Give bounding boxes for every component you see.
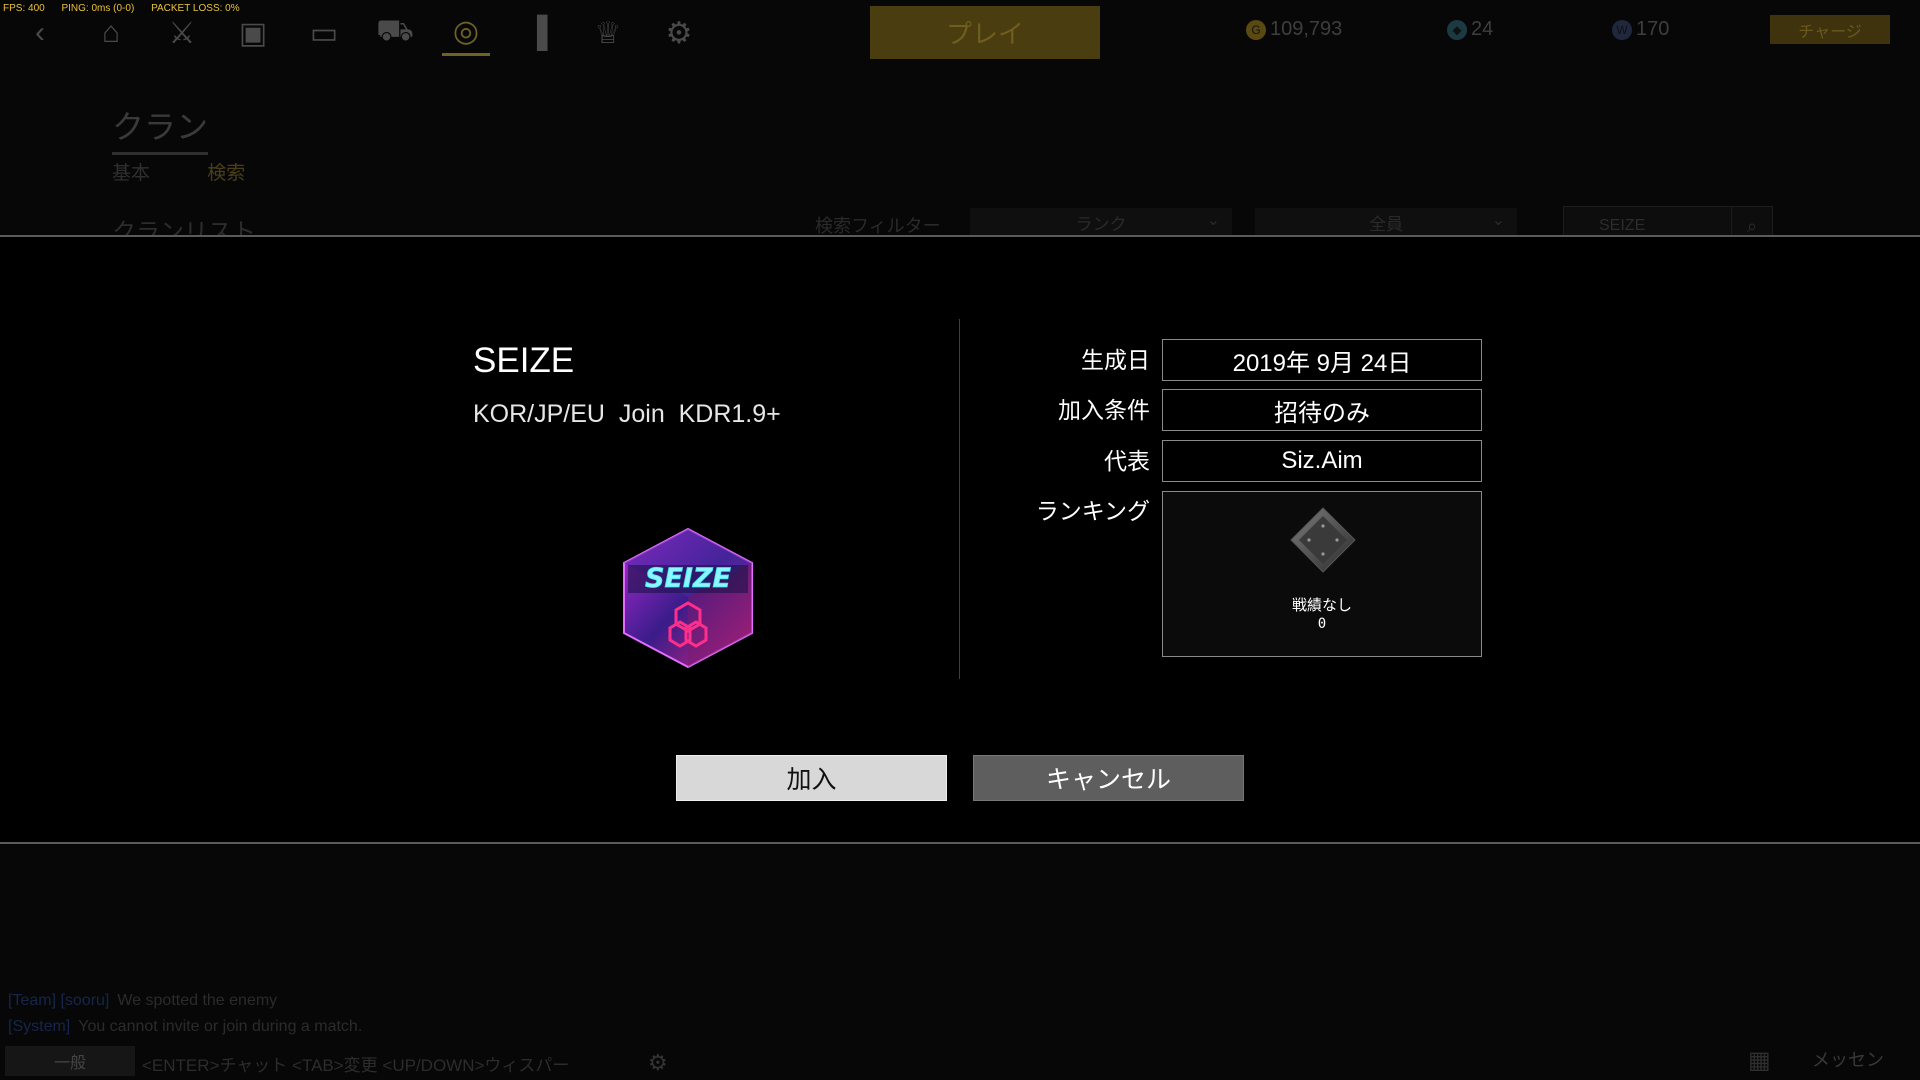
clan-subtabs: 基本 検索 xyxy=(112,158,297,185)
message-label[interactable]: メッセン xyxy=(1812,1046,1884,1072)
settings-icon[interactable]: ⚙ xyxy=(655,10,703,56)
w-point-currency: W 170 xyxy=(1612,18,1669,41)
rank-name: 戦績なし xyxy=(1291,597,1352,614)
rank-dropdown-value: ランク xyxy=(1075,214,1127,234)
chat-line: [System] You cannot invite or join during… xyxy=(8,1018,362,1036)
w-point-amount: 170 xyxy=(1636,18,1670,40)
clan-description: KOR/JP/EU Join KDR1.9+ xyxy=(473,400,781,428)
chat-tag: [System] xyxy=(8,1018,71,1035)
gem-currency: ◆ 24 xyxy=(1447,18,1493,41)
top-nav: ‹ ⌂ ⚔ ▣ ▭ ⛟ ◎ ▐ ♕ ⚙ xyxy=(16,10,726,56)
ranking-label: ランキング xyxy=(1035,498,1150,524)
chat-channel-tab[interactable]: 一般 xyxy=(5,1046,135,1076)
charge-button[interactable]: チャージ xyxy=(1770,15,1890,44)
tab-basic[interactable]: 基本 xyxy=(112,163,150,184)
leader-label: 代表 xyxy=(1104,448,1150,474)
chat-message: You cannot invite or join during a match… xyxy=(78,1018,363,1035)
chevron-down-icon: ⌄ xyxy=(1206,212,1220,229)
member-dropdown-value: 全員 xyxy=(1369,214,1403,234)
shop-icon[interactable]: ⛟ xyxy=(371,10,419,56)
clan-emblem-icon: SEIZE xyxy=(623,527,753,669)
w-point-icon: W xyxy=(1612,19,1632,40)
join-condition-field: 招待のみ xyxy=(1162,389,1482,431)
back-icon[interactable]: ‹ xyxy=(16,10,64,56)
tab-search[interactable]: 検索 xyxy=(207,163,245,184)
globe-icon[interactable]: ◎ xyxy=(442,10,490,56)
stats-icon[interactable]: ▐ xyxy=(513,10,561,56)
member-dropdown[interactable]: 全員 ⌄ xyxy=(1255,208,1517,236)
search-value: SEIZE xyxy=(1599,217,1646,234)
chat-settings-icon[interactable]: ⚙ xyxy=(648,1050,668,1076)
join-button[interactable]: 加入 xyxy=(676,755,947,801)
rank-diamond-icon xyxy=(1290,507,1356,573)
leader-field: Siz.Aim xyxy=(1162,440,1482,482)
gem-amount: 24 xyxy=(1471,18,1494,40)
box-icon[interactable]: ▭ xyxy=(300,10,348,56)
page-title: クラン xyxy=(112,102,209,155)
cancel-button[interactable]: キャンセル xyxy=(973,755,1244,801)
chat-input[interactable]: <ENTER>チャット <TAB>変更 <UP/DOWN>ウィスパー xyxy=(142,1051,569,1076)
play-button[interactable]: プレイ xyxy=(870,6,1100,59)
rank-dropdown[interactable]: ランク ⌄ xyxy=(970,208,1232,236)
clan-join-dialog: SEIZE KOR/JP/EU Join KDR1.9+ SEIZE 生成日 2… xyxy=(0,235,1920,844)
clan-name: SEIZE xyxy=(473,341,575,380)
chat-message: We spotted the enemy xyxy=(117,992,278,1009)
trophy-icon[interactable]: ♕ xyxy=(584,10,632,56)
svg-text:SEIZE: SEIZE xyxy=(645,563,732,594)
chevron-down-icon: ⌄ xyxy=(1491,212,1505,229)
created-date-field: 2019年 9月 24日 xyxy=(1162,339,1482,381)
created-date-label: 生成日 xyxy=(1081,347,1150,373)
inventory-icon[interactable]: ▣ xyxy=(229,10,277,56)
ranking-box: 戦績なし 0 xyxy=(1162,491,1482,657)
calendar-icon[interactable]: ▦ xyxy=(1748,1046,1771,1075)
home-icon[interactable]: ⌂ xyxy=(87,10,135,56)
chat-line: [Team] [sooru] We spotted the enemy xyxy=(8,992,277,1010)
gold-currency: G 109,793 xyxy=(1246,18,1342,41)
gem-icon: ◆ xyxy=(1447,19,1467,40)
join-condition-label: 加入条件 xyxy=(1058,397,1150,423)
gold-coin-icon: G xyxy=(1246,19,1266,40)
rank-value: 0 xyxy=(1317,616,1327,632)
weapon-icon[interactable]: ⚔ xyxy=(158,10,206,56)
chat-tag: [Team] [sooru] xyxy=(8,992,110,1009)
gold-amount: 109,793 xyxy=(1270,18,1343,40)
